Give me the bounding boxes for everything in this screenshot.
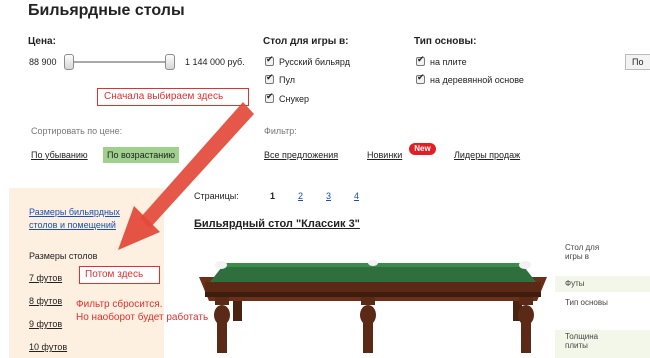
pagination-label: Страницы: [194,191,239,201]
page-4-link[interactable]: 4 [354,191,359,201]
price-filter-label: Цена: [28,36,56,47]
new-badge: New [409,143,436,155]
billiard-table-image[interactable] [193,255,553,358]
sizes-guide-link-line1[interactable]: Размеры бильярдных [29,207,120,217]
checkbox-checked-icon[interactable] [265,92,274,103]
game-option-label: Снукер [279,94,310,104]
base-option-label: на плите [430,57,467,67]
size-link-8ft[interactable]: 8 футов [29,296,62,306]
apply-button[interactable]: По [625,54,650,70]
spec-row-game: Стол для игры в [555,241,650,273]
game-option-pool[interactable]: Пул [265,73,296,85]
game-option-label: Пул [279,75,296,85]
filter-new-link[interactable]: Новинки [367,150,402,160]
game-filter-label: Стол для игры в: [263,36,349,47]
spec-label: Толщина [565,332,599,341]
page-3-link[interactable]: 3 [326,191,331,201]
annotation-note-line1: Фильтр сбросится. [76,299,163,310]
price-slider-max-handle[interactable] [165,54,175,70]
checkbox-checked-icon[interactable] [265,73,274,84]
checkbox-checked-icon[interactable] [416,73,425,84]
price-slider-min-handle[interactable] [64,54,74,70]
price-max-value: 1 144 000 руб. [185,57,245,67]
sort-desc-button[interactable]: По убыванию [27,147,92,163]
base-option-slate[interactable]: на плите [416,55,467,67]
spec-row-base: Тип основы [565,298,608,307]
spec-label: плиты [565,341,588,350]
spec-label: Стол для [565,243,600,252]
sort-label: Сортировать по цене: [31,126,123,136]
game-option-snooker[interactable]: Снукер [265,92,310,104]
size-link-9ft[interactable]: 9 футов [29,319,62,329]
spec-row-thickness: Толщина плиты [555,330,650,358]
game-option-label: Русский бильярд [279,57,350,67]
filter-label: Фильтр: [264,126,297,136]
base-option-label: на деревянной основе [430,75,524,85]
base-option-wood[interactable]: на деревянной основе [416,73,524,85]
size-link-7ft[interactable]: 7 футов [29,273,62,283]
base-filter-label: Тип основы: [414,36,477,47]
annotation-second-step: Потом здесь [79,266,160,284]
product-title-link[interactable]: Бильярдный стол "Классик 3" [194,218,360,230]
price-slider-track[interactable] [70,61,172,63]
page-2-link[interactable]: 2 [298,191,303,201]
annotation-note-line2: Но наоборот будет работать [76,312,209,323]
sidebar-heading: Размеры столов [29,251,98,261]
page-title: Бильярдные столы [28,2,185,19]
price-min-value: 88 900 [29,57,57,67]
size-link-10ft[interactable]: 10 футов [29,342,67,352]
spec-row-feet: Футы [555,276,650,292]
filter-all-link[interactable]: Все предложения [264,150,338,160]
annotation-first-step: Сначала выбираем здесь [97,88,249,106]
checkbox-checked-icon[interactable] [416,55,425,66]
filter-leaders-link[interactable]: Лидеры продаж [454,150,520,160]
spec-label: игры в [565,252,590,261]
sizes-guide-link-line2[interactable]: столов и помещений [29,220,116,230]
sort-asc-button[interactable]: По возрастанию [103,147,179,163]
page-1-current: 1 [270,191,276,201]
game-option-russian[interactable]: Русский бильярд [265,55,350,67]
checkbox-checked-icon[interactable] [265,55,274,66]
